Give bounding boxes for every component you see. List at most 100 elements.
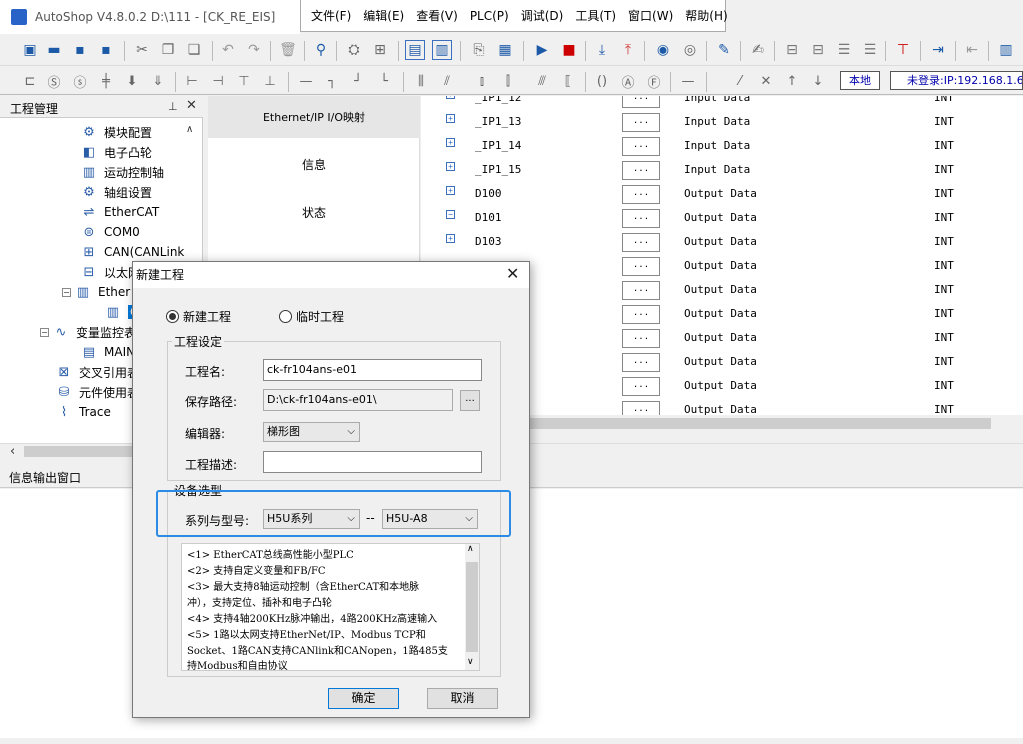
table-row[interactable]: + _IP1_15... Input Data INT <box>421 158 1023 182</box>
tree-item-var-monitor[interactable]: − ∿ 变量监控表 <box>40 322 136 342</box>
ellipsis-button[interactable]: ... <box>622 329 660 348</box>
close-icon[interactable]: ✕ <box>186 98 197 113</box>
table-row[interactable]: + D103... Output Data INT <box>421 230 1023 254</box>
hline-icon[interactable]: — <box>296 71 316 91</box>
table-row[interactable]: + _IP1_14... Input Data INT <box>421 134 1023 158</box>
func-f-icon[interactable]: Ⓕ <box>644 71 664 91</box>
tree-item-ethernet[interactable]: ⊟ 以太网 <box>80 262 140 282</box>
insert-col-icon[interactable]: ⊣ <box>208 71 228 91</box>
down-arrow2-icon[interactable]: ⇓ <box>148 71 168 91</box>
ellipsis-button[interactable]: ... <box>622 113 660 132</box>
scroll-up-icon[interactable]: ∧ <box>186 124 193 135</box>
grid3-icon[interactable]: ☰ <box>834 40 854 60</box>
compile-all-icon[interactable]: ▦ <box>495 40 515 60</box>
vline-icon[interactable]: ┐ <box>322 71 342 91</box>
table-row[interactable]: + D100... Output Data INT <box>421 182 1023 206</box>
save-icon[interactable]: ▪ <box>70 40 90 60</box>
save-all-icon[interactable]: ▪ <box>96 40 116 60</box>
editor-select[interactable]: 梯形图 ⌵ <box>263 422 360 442</box>
cross-icon[interactable]: ✕ <box>756 71 776 91</box>
grid4-icon[interactable]: ☰ <box>860 40 880 60</box>
paste-icon[interactable]: ❏ <box>184 40 204 60</box>
write-icon[interactable]: ✍ <box>748 40 768 60</box>
expand-icon[interactable]: + <box>446 162 455 171</box>
tree-item-ethernet-ip[interactable]: − ▥ Ether <box>62 282 130 302</box>
ellipsis-button[interactable]: ... <box>622 377 660 396</box>
expand-icon[interactable]: − <box>446 210 455 219</box>
dialog-close-icon[interactable]: ✕ <box>506 264 519 283</box>
menu-file[interactable]: 文件(F) <box>305 7 357 24</box>
scroll-left-icon[interactable]: ‹ <box>10 444 15 459</box>
inv-icon[interactable]: ⫻ <box>532 71 552 91</box>
logout-icon[interactable]: ⇤ <box>962 40 982 60</box>
down-arrow3-icon[interactable]: ↓ <box>808 71 828 91</box>
func-a-icon[interactable]: Ⓐ <box>618 71 638 91</box>
menu-debug[interactable]: 调试(D) <box>515 7 570 24</box>
window-icon[interactable]: ▤ <box>405 40 425 60</box>
browse-button[interactable]: ... <box>460 390 480 411</box>
tree-item-trace[interactable]: ⌇ Trace <box>55 402 111 422</box>
tree-item-com0[interactable]: ⊜ COM0 <box>80 222 140 242</box>
coil-icon[interactable]: () <box>592 71 612 91</box>
stop-icon[interactable]: ■ <box>559 40 579 60</box>
ladder-icon[interactable]: ⊏ <box>20 71 40 91</box>
delete-col-icon[interactable]: ⊥ <box>260 71 280 91</box>
new-file-icon[interactable]: ▣ <box>20 40 40 60</box>
contact-icon[interactable]: ╪ <box>96 71 116 91</box>
nc-contact-icon[interactable]: ⫽ <box>437 71 457 91</box>
tab-eip-io-mapping[interactable]: Ethernet/IP I/O映射 <box>208 96 420 138</box>
st-icon[interactable]: ⓢ <box>70 71 90 91</box>
description-scrollbar-thumb[interactable] <box>466 562 478 652</box>
series-select[interactable]: H5U系列 ⌵ <box>263 509 360 529</box>
radio-temp-project[interactable]: 临时工程 <box>279 308 344 325</box>
ellipsis-button[interactable]: ... <box>622 257 660 276</box>
copy-icon[interactable]: ❐ <box>158 40 178 60</box>
collapse-icon[interactable]: − <box>40 327 49 337</box>
tree-item-usage[interactable]: ⛁ 元件使用表 <box>55 382 139 402</box>
scroll-up-icon[interactable]: ∧ <box>467 544 474 554</box>
edit-monitor-icon[interactable]: ✎ <box>714 40 734 60</box>
project-name-input[interactable]: ck-fr104ans-e01 <box>263 359 482 381</box>
ellipsis-button[interactable]: ... <box>622 209 660 228</box>
ok-button[interactable]: 确定 <box>328 688 399 709</box>
menu-tools[interactable]: 工具(T) <box>569 7 622 24</box>
rising-contact-icon[interactable]: ⫾ <box>472 71 492 91</box>
tree-icon[interactable]: ⊞ <box>370 40 390 60</box>
expand-icon[interactable]: + <box>446 138 455 147</box>
expand-icon[interactable]: + <box>446 234 455 243</box>
ellipsis-button[interactable]: ... <box>622 353 660 372</box>
run-icon[interactable]: ▶ <box>532 40 552 60</box>
menu-view[interactable]: 查看(V) <box>410 7 464 24</box>
bracket-c-icon[interactable]: ⟦ <box>558 71 578 91</box>
search-icon[interactable]: ⚲ <box>311 40 331 60</box>
delete-icon[interactable]: 🗑 <box>278 40 298 60</box>
diag-icon[interactable]: ⁄ <box>730 71 750 91</box>
falling-contact-icon[interactable]: ⫿ <box>498 71 518 91</box>
grid2-icon[interactable]: ⊟ <box>808 40 828 60</box>
monitor-off-icon[interactable]: ◎ <box>680 40 700 60</box>
redo-icon[interactable]: ↷ <box>244 40 264 60</box>
tab-info[interactable]: 信息 <box>208 156 420 173</box>
radio-new-project[interactable]: 新建工程 <box>166 308 231 325</box>
upload-icon[interactable]: ⤒ <box>618 40 638 60</box>
tree-item-axis-group[interactable]: ⚙ 轴组设置 <box>80 182 152 202</box>
ellipsis-button[interactable]: ... <box>622 305 660 324</box>
table-row[interactable]: − D101... Output Data INT <box>421 206 1023 230</box>
tree-item-module-config[interactable]: ⚙ 模块配置 <box>80 122 152 142</box>
down-arrow-icon[interactable]: ⬇ <box>122 71 142 91</box>
panel-icon[interactable]: ▥ <box>432 40 452 60</box>
expand-icon[interactable]: + <box>446 186 455 195</box>
scroll-down-icon[interactable]: ∨ <box>467 657 474 667</box>
monitor-icon[interactable]: ◉ <box>653 40 673 60</box>
grid1-icon[interactable]: ⊟ <box>782 40 802 60</box>
pin-icon[interactable]: ⊥ <box>168 100 178 113</box>
insert-row-icon[interactable]: ⊢ <box>182 71 202 91</box>
collapse-icon[interactable]: − <box>62 287 71 297</box>
cut-icon[interactable]: ✂ <box>132 40 152 60</box>
delete-row-icon[interactable]: ⊤ <box>234 71 254 91</box>
model-select[interactable]: H5U-A8 ⌵ <box>382 509 478 529</box>
tab-status[interactable]: 状态 <box>208 204 420 221</box>
ellipsis-button[interactable]: ... <box>622 233 660 252</box>
sfc-icon[interactable]: Ⓢ <box>44 71 64 91</box>
menu-plc[interactable]: PLC(P) <box>464 9 515 23</box>
